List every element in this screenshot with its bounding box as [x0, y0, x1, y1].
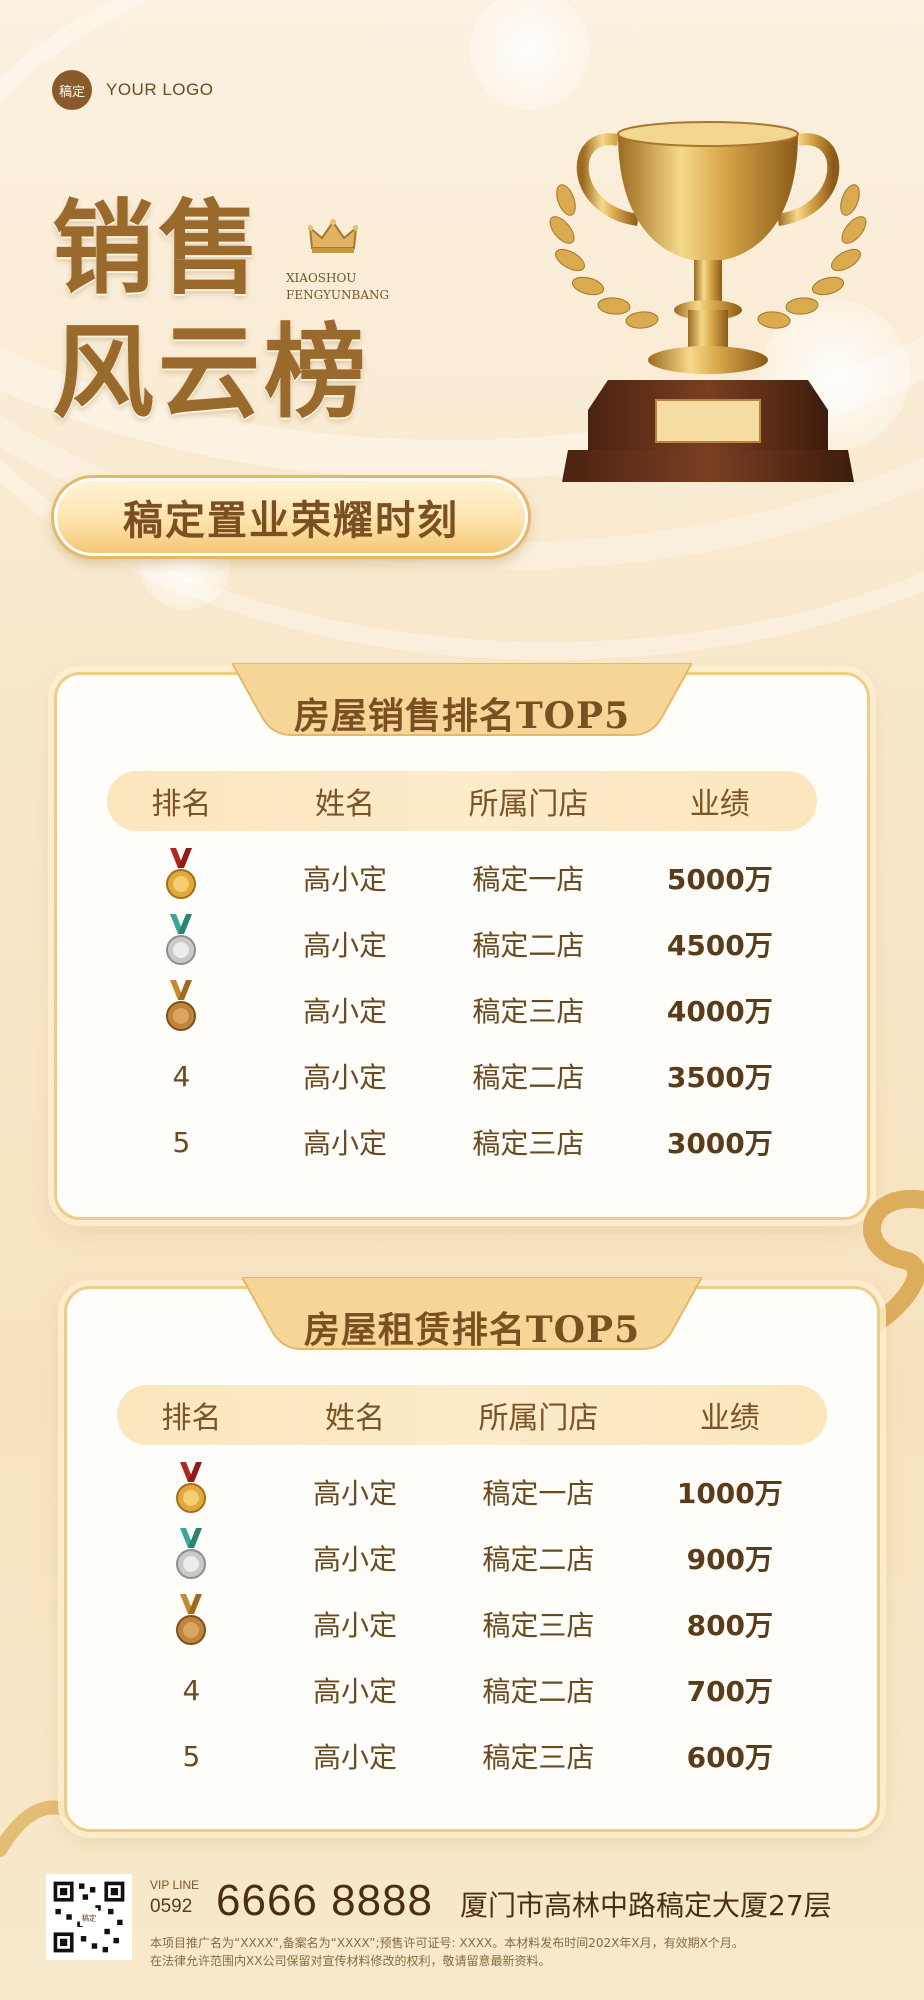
slogan-banner: 稿定置业荣耀时刻 [54, 478, 528, 556]
col-store: 所属门店 [468, 787, 589, 822]
trophy-icon [549, 121, 867, 482]
col-rank: 排名 [151, 787, 212, 822]
performance-cell: 3500万 [666, 1061, 773, 1094]
table-row: 高小定 稿定一店 5000万 [107, 845, 817, 911]
store-cell: 稿定二店 [482, 1543, 595, 1576]
table-header: 排名 姓名 所属门店 业绩 [107, 771, 817, 831]
table-row: 4 高小定 稿定二店 3500万 [107, 1043, 817, 1109]
store-cell: 稿定二店 [482, 1675, 595, 1708]
rank-cell: 5 [182, 1739, 201, 1773]
name-cell: 高小定 [302, 1127, 387, 1160]
logo-badge: 稿定 [52, 70, 92, 110]
col-performance: 业绩 [699, 1401, 760, 1436]
store-cell: 稿定三店 [472, 995, 585, 1028]
col-performance: 业绩 [689, 787, 750, 822]
performance-cell: 600万 [686, 1741, 774, 1774]
rank-cell: 4 [182, 1673, 201, 1707]
rank-cell [107, 913, 256, 975]
store-cell: 稿定一店 [472, 863, 585, 896]
silver-medal-icon [166, 913, 197, 965]
disclaimer-line-1: 本项目推广名为“XXXX”,备案名为“XXXX”;预售许可证号: XXXX。本材… [150, 1936, 744, 1950]
rental-panel-title: 房屋租赁排名TOP5 [303, 1309, 641, 1351]
rank-cell [117, 1527, 266, 1589]
performance-cell: 1000万 [676, 1477, 783, 1510]
page-title-line-2: 风云榜 [52, 313, 370, 433]
table-header: 排名 姓名 所属门店 业绩 [117, 1385, 827, 1445]
sales-ranking-panel: 房屋销售排名TOP5 排名 姓名 所属门店 业绩 高小定 稿定一店 5000万 … [54, 663, 870, 1220]
store-cell: 稿定二店 [472, 929, 585, 962]
bronze-medal-icon [176, 1593, 207, 1645]
vip-line-label: VIP LINE [150, 1878, 200, 1892]
sales-panel-title: 房屋销售排名TOP5 [293, 695, 631, 737]
bronze-medal-icon [166, 979, 197, 1031]
logo-text: YOUR LOGO [106, 80, 214, 99]
name-cell: 高小定 [312, 1477, 397, 1510]
performance-cell: 4500万 [666, 929, 773, 962]
performance-cell: 3000万 [666, 1127, 773, 1160]
table-row: 高小定 稿定二店 4500万 [107, 911, 817, 977]
name-cell: 高小定 [312, 1609, 397, 1642]
rental-ranking-panel: 房屋租赁排名TOP5 排名 姓名 所属门店 业绩 高小定 稿定一店 1000万 … [64, 1277, 880, 1832]
store-cell: 稿定一店 [482, 1477, 595, 1510]
table-row: 4 高小定 稿定二店 700万 [117, 1657, 827, 1723]
table-row: 5 高小定 稿定三店 3000万 [107, 1109, 817, 1175]
name-cell: 高小定 [312, 1543, 397, 1576]
qr-center-label: 稿定 [82, 1914, 97, 1923]
disclaimer: 本项目推广名为“XXXX”,备案名为“XXXX”;预售许可证号: XXXX。本材… [150, 1934, 894, 1970]
store-cell: 稿定三店 [482, 1741, 595, 1774]
name-cell: 高小定 [302, 1061, 387, 1094]
rank-cell [107, 979, 256, 1041]
table-row: 5 高小定 稿定三店 600万 [117, 1723, 827, 1789]
performance-cell: 700万 [686, 1675, 774, 1708]
qr-code-icon: 稿定 [46, 1874, 132, 1960]
pinyin-line-2: FENGYUNBANG [286, 288, 390, 302]
title-pinyin: XIAOSHOU FENGYUNBANG [286, 270, 389, 304]
performance-cell: 900万 [686, 1543, 774, 1576]
table-row: 高小定 稿定三店 4000万 [107, 977, 817, 1043]
name-cell: 高小定 [312, 1741, 397, 1774]
phone-number: 6666 8888 [216, 1876, 433, 1925]
name-cell: 高小定 [302, 995, 387, 1028]
performance-cell: 4000万 [666, 995, 773, 1028]
brand-logo: 稿定 YOUR LOGO [52, 70, 213, 110]
col-rank: 排名 [161, 1401, 222, 1436]
col-store: 所属门店 [478, 1401, 599, 1436]
table-row: 高小定 稿定一店 1000万 [117, 1459, 827, 1525]
name-cell: 高小定 [302, 863, 387, 896]
crown-icon [308, 219, 358, 253]
rank-cell [117, 1461, 266, 1523]
table-row: 高小定 稿定二店 900万 [117, 1525, 827, 1591]
area-code: 0592 [150, 1896, 193, 1917]
col-name: 姓名 [324, 1401, 385, 1436]
store-cell: 稿定三店 [472, 1127, 585, 1160]
rank-cell [117, 1593, 266, 1655]
gold-medal-icon [176, 1461, 207, 1513]
performance-cell: 800万 [686, 1609, 774, 1642]
col-name: 姓名 [314, 787, 375, 822]
pinyin-line-1: XIAOSHOU [286, 271, 357, 285]
address: 厦门市高林中路稿定大厦27层 [460, 1889, 832, 1922]
store-cell: 稿定二店 [472, 1061, 585, 1094]
performance-cell: 5000万 [666, 863, 773, 896]
rank-cell: 5 [172, 1125, 191, 1159]
contact-footer: 稿定 VIP LINE 0592 6666 8888 厦门市高林中路稿定大厦27… [46, 1874, 894, 1984]
rank-cell: 4 [172, 1059, 191, 1093]
name-cell: 高小定 [312, 1675, 397, 1708]
page-title-line-1: 销售 [52, 189, 264, 309]
silver-medal-icon [176, 1527, 207, 1579]
name-cell: 高小定 [302, 929, 387, 962]
disclaimer-line-2: 在法律允许范围内XX公司保留对宣传材料修改的权利，敬请留意最新资料。 [150, 1954, 551, 1968]
table-row: 高小定 稿定三店 800万 [117, 1591, 827, 1657]
gold-medal-icon [166, 847, 197, 899]
store-cell: 稿定三店 [482, 1609, 595, 1642]
rank-cell [107, 847, 256, 909]
